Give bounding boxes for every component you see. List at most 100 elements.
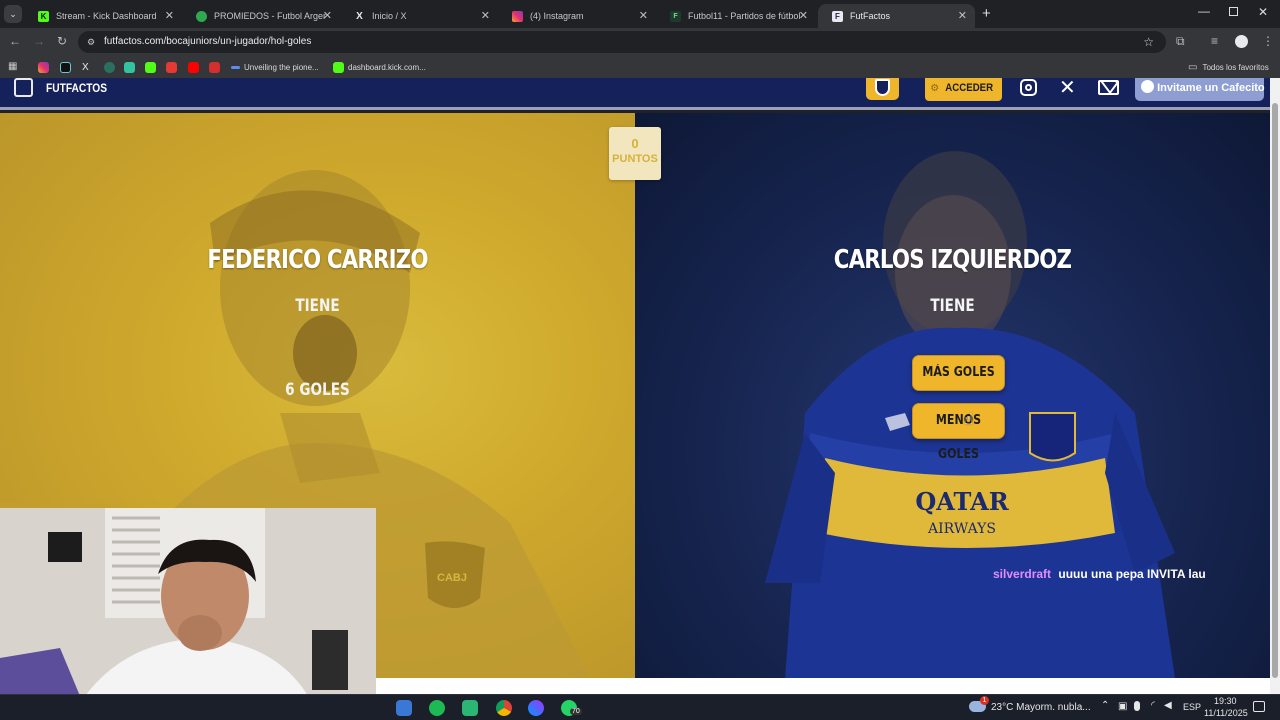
media-icon[interactable]: ≡ <box>1211 34 1218 48</box>
wifi-icon[interactable]: ◜ <box>1151 700 1155 711</box>
cafecito-button[interactable]: Invitame un Cafecito <box>1135 78 1265 101</box>
chat-username: silverdraft <box>993 567 1052 581</box>
close-icon[interactable]: ✕ <box>481 9 490 22</box>
weather-text[interactable]: 23°C Mayorm. nubla... <box>991 702 1091 713</box>
microphone-icon[interactable] <box>1134 701 1140 711</box>
chrome-icon[interactable] <box>496 700 512 716</box>
login-label: ACCEDER <box>945 82 994 94</box>
shield-icon <box>875 79 890 96</box>
bookmark-label: Unveiling the pione... <box>244 62 319 72</box>
left-player-name: FEDERICO CARRIZO <box>207 245 428 275</box>
url-text: futfactos.com/bocajuniors/un-jugador/hol… <box>104 36 312 47</box>
tray-chevron-icon[interactable]: ⌃ <box>1101 700 1109 711</box>
profile-avatar[interactable] <box>1235 35 1248 48</box>
spotify-icon[interactable] <box>429 700 445 716</box>
new-tab-button[interactable]: + <box>982 5 991 22</box>
more-goals-button[interactable]: MÁS GOLES <box>912 355 1005 391</box>
fewer-goals-button[interactable]: MENOS GOLES <box>912 403 1005 462</box>
futfactos-icon: F <box>832 10 843 22</box>
site-header: FUTFACTOS ⚙ ACCEDER ✕ Invitame un Cafeci… <box>0 75 1270 110</box>
restore-button[interactable] <box>1229 7 1238 16</box>
reload-icon[interactable]: ↻ <box>57 34 67 48</box>
whatsapp-badge: 70 <box>570 708 582 715</box>
tab-search-button[interactable]: ⌄ <box>4 5 22 23</box>
right-player-name: CARLOS IZQUIERDOZ <box>833 245 1072 275</box>
extensions-icon[interactable]: ⧉ <box>1176 34 1185 49</box>
cafecito-label: Invitame un Cafecito <box>1157 82 1265 94</box>
minimize-button[interactable]: — <box>1198 4 1210 18</box>
youtube-icon <box>188 61 199 73</box>
bookmarks-bar: ▦ X Unveiling the pione... dashboard.kic… <box>0 56 1280 78</box>
bookmark-unveiling[interactable]: Unveiling the pione... <box>231 61 319 73</box>
tray-app-icon[interactable]: ▣ <box>1118 701 1127 712</box>
instagram-icon <box>512 10 523 22</box>
back-icon[interactable]: ← <box>9 34 21 48</box>
folder-icon: ▭ <box>1188 61 1198 73</box>
language-indicator[interactable]: ESP <box>1183 702 1201 712</box>
explorer-icon[interactable] <box>396 700 412 716</box>
page-bottom-strip <box>376 678 1270 694</box>
x-social-icon[interactable]: ✕ <box>1059 75 1076 100</box>
tab-promiedos[interactable]: PROMIEDOS - Futbol Argentin ✕ <box>182 4 340 28</box>
points-badge: 0 PUNTOS <box>609 127 661 180</box>
tiktok-icon <box>60 61 71 73</box>
jersey-sponsor-subtext: AIRWAYS <box>927 521 996 537</box>
brand-name[interactable]: FUTFACTOS <box>46 81 107 95</box>
kick-icon <box>333 61 344 73</box>
tab-title: (4) Instagram <box>530 11 584 21</box>
clock-date[interactable]: 11/11/2025 <box>1204 708 1248 718</box>
clock-time[interactable]: 19:30 <box>1214 696 1237 706</box>
login-button[interactable]: ⚙ ACCEDER <box>925 78 1002 101</box>
bookmark-youtube[interactable] <box>188 61 199 73</box>
tab-futfactos[interactable]: F FutFactos ✕ <box>818 4 975 28</box>
address-bar[interactable]: ⚙ futfactos.com/bocajuniors/un-jugador/h… <box>78 31 1166 53</box>
close-icon[interactable]: ✕ <box>639 9 648 22</box>
instagram-icon[interactable] <box>1020 79 1037 96</box>
kick-icon <box>145 61 156 73</box>
forward-icon[interactable]: → <box>33 34 45 48</box>
bookmark-x[interactable]: X <box>82 61 89 73</box>
webcam-feed <box>0 508 376 720</box>
instagram-lens <box>1025 84 1032 91</box>
club-shield-icon[interactable] <box>866 78 899 100</box>
apps-icon[interactable]: ▦ <box>8 61 17 72</box>
site-info-icon[interactable]: ⚙ <box>87 31 95 53</box>
bookmark-tool[interactable] <box>104 61 115 73</box>
points-value: 0 <box>631 136 639 151</box>
close-window-button[interactable]: ✕ <box>1258 5 1268 19</box>
close-icon[interactable]: ✕ <box>958 9 967 22</box>
notification-icon[interactable] <box>1253 701 1265 712</box>
futfactos-logo-icon[interactable] <box>14 78 33 97</box>
kick-icon: K <box>38 10 49 22</box>
globe-icon <box>104 61 115 73</box>
menu-icon[interactable]: ⋮ <box>1262 34 1274 48</box>
app-green-icon[interactable] <box>462 700 478 716</box>
tab-instagram[interactable]: (4) Instagram ✕ <box>498 4 656 28</box>
all-bookmarks[interactable]: ▭ Todos los favoritos <box>1188 61 1269 73</box>
bookmark-instagram[interactable] <box>38 61 49 73</box>
bookmark-streamlabs[interactable] <box>124 61 135 73</box>
streamlabs-icon <box>124 61 135 73</box>
app-icon <box>209 61 220 73</box>
tab-strip: ⌄ K Stream - Kick Dashboard ✕ PROMIEDOS … <box>0 0 1280 28</box>
email-icon[interactable] <box>1098 80 1119 95</box>
bookmark-tiktok[interactable] <box>60 61 71 73</box>
close-icon[interactable]: ✕ <box>799 9 808 22</box>
messenger-icon[interactable] <box>528 700 544 716</box>
fewer-goals-label: MENOS GOLES <box>935 413 982 462</box>
close-icon[interactable]: ✕ <box>165 9 174 22</box>
tab-futbol11[interactable]: F Futbol11 - Partidos de fútbol d ✕ <box>656 4 816 28</box>
mouse-cursor-icon: ☝ <box>964 411 974 428</box>
instagram-icon <box>38 61 49 73</box>
bookmark-red-1[interactable] <box>166 61 177 73</box>
tab-x-inicio[interactable]: X Inicio / X ✕ <box>340 4 498 28</box>
scrollbar-thumb[interactable] <box>1272 103 1278 678</box>
bookmark-red-2[interactable] <box>209 61 220 73</box>
bookmark-kick[interactable] <box>145 61 156 73</box>
bookmark-star-icon[interactable]: ☆ <box>1143 31 1154 53</box>
tab-kick-dashboard[interactable]: K Stream - Kick Dashboard ✕ <box>24 4 182 28</box>
bookmark-kick-dashboard[interactable]: dashboard.kick.com... <box>333 61 426 73</box>
close-icon[interactable]: ✕ <box>323 9 332 22</box>
volume-icon[interactable]: ◀ <box>1164 700 1172 711</box>
page-scrollbar[interactable] <box>1270 78 1280 694</box>
